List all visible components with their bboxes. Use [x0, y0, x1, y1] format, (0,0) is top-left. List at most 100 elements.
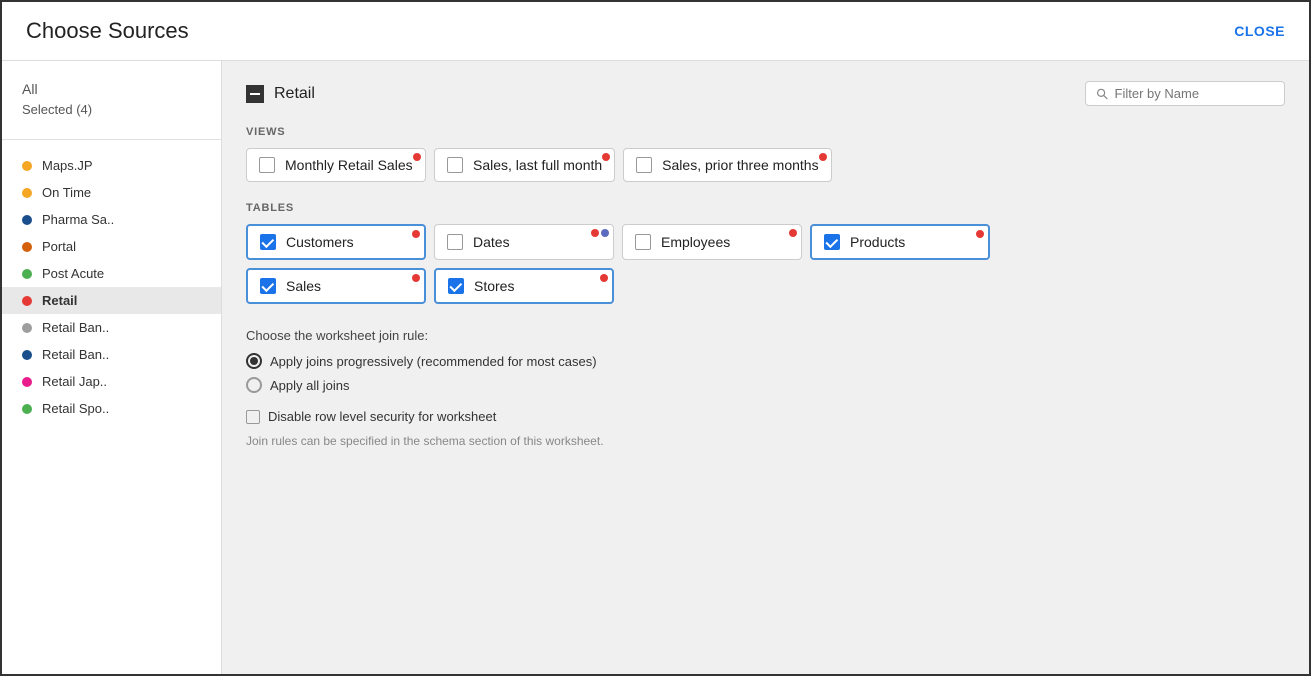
sidebar: All Selected (4) Maps.JP On Time Pharma Sa… [2, 61, 222, 674]
tables-row-2: Sales Stores [246, 268, 1285, 304]
radio-text: Apply joins progressively (recommended f… [270, 354, 597, 369]
table-card-5[interactable]: Stores [434, 268, 614, 304]
security-checkbox-label: Disable row level security for worksheet [268, 409, 496, 424]
sidebar-item-retail-ban--[interactable]: Retail Ban.. [2, 314, 221, 341]
table-checkbox[interactable] [260, 234, 276, 250]
radio-options: Apply joins progressively (recommended f… [246, 353, 1285, 393]
table-checkbox[interactable] [260, 278, 276, 294]
sidebar-item-retail-ban--[interactable]: Retail Ban.. [2, 341, 221, 368]
table-label: Stores [474, 278, 514, 294]
dot-icon [22, 215, 32, 225]
dots-indicator [819, 153, 827, 161]
views-label: VIEWS [246, 126, 1285, 138]
radio-circle [246, 377, 262, 393]
view-checkbox[interactable] [447, 157, 463, 173]
table-label: Sales [286, 278, 321, 294]
sidebar-divider [2, 139, 221, 140]
sidebar-item-retail[interactable]: Retail [2, 287, 221, 314]
dot-icon [22, 269, 32, 279]
radio-text: Apply all joins [270, 378, 350, 393]
table-card-0[interactable]: Customers [246, 224, 426, 260]
table-label: Products [850, 234, 905, 250]
dots-indicator [412, 274, 420, 282]
dot-icon [22, 242, 32, 252]
join-rules-section: Choose the worksheet join rule: Apply jo… [246, 328, 1285, 393]
search-icon [1096, 87, 1109, 101]
security-checkbox-row[interactable]: Disable row level security for worksheet [246, 409, 1285, 424]
source-header: Retail [246, 81, 1285, 106]
table-label: Employees [661, 234, 730, 250]
status-dot [412, 274, 420, 282]
table-checkbox[interactable] [824, 234, 840, 250]
table-card-3[interactable]: Products [810, 224, 990, 260]
view-card-0[interactable]: Monthly Retail Sales [246, 148, 426, 182]
sidebar-item-post-acute[interactable]: Post Acute [2, 260, 221, 287]
sidebar-item-label: Retail Ban.. [42, 320, 109, 335]
close-button[interactable]: CLOSE [1234, 23, 1285, 39]
sidebar-top: All Selected (4) [2, 77, 221, 131]
radio-option-0[interactable]: Apply joins progressively (recommended f… [246, 353, 1285, 369]
view-checkbox[interactable] [259, 157, 275, 173]
table-label: Customers [286, 234, 354, 250]
sidebar-all-link[interactable]: All [22, 81, 201, 97]
dot-icon [22, 188, 32, 198]
sidebar-item-portal[interactable]: Portal [2, 233, 221, 260]
sidebar-item-retail-spo--[interactable]: Retail Spo.. [2, 395, 221, 422]
table-checkbox[interactable] [635, 234, 651, 250]
main-content: Retail VIEWS Monthly Retail Sales Sal [222, 61, 1309, 674]
radio-circle [246, 353, 262, 369]
table-card-2[interactable]: Employees [622, 224, 802, 260]
status-dot [789, 229, 797, 237]
table-checkbox[interactable] [448, 278, 464, 294]
sidebar-item-label: Pharma Sa.. [42, 212, 114, 227]
source-title-row: Retail [246, 85, 315, 103]
status-dot [412, 230, 420, 238]
dots-indicator [591, 229, 609, 237]
filter-input[interactable] [1115, 86, 1274, 101]
source-name: Retail [274, 85, 315, 103]
tables-label: TABLES [246, 202, 1285, 214]
sidebar-items-list: Maps.JP On Time Pharma Sa.. Portal Post Acut… [2, 152, 221, 422]
sidebar-item-label: Retail Jap.. [42, 374, 107, 389]
table-card-4[interactable]: Sales [246, 268, 426, 304]
view-card-2[interactable]: Sales, prior three months [623, 148, 831, 182]
status-dot [601, 229, 609, 237]
sidebar-item-label: Retail Spo.. [42, 401, 109, 416]
filter-wrapper[interactable] [1085, 81, 1285, 106]
dot-icon [22, 404, 32, 414]
dots-indicator [413, 153, 421, 161]
modal-container: Choose Sources CLOSE All Selected (4) Ma… [0, 0, 1311, 676]
view-checkbox[interactable] [636, 157, 652, 173]
tables-row: Customers Dates Employees Products Sales… [246, 224, 1285, 304]
security-checkbox[interactable] [246, 410, 260, 424]
modal-body: All Selected (4) Maps.JP On Time Pharma Sa… [2, 61, 1309, 674]
modal-header: Choose Sources CLOSE [2, 2, 1309, 61]
deselect-all-icon[interactable] [246, 85, 264, 103]
sidebar-item-label: Retail Ban.. [42, 347, 109, 362]
radio-option-1[interactable]: Apply all joins [246, 377, 1285, 393]
sidebar-item-label: Maps.JP [42, 158, 93, 173]
status-dot [976, 230, 984, 238]
sidebar-item-maps-jp[interactable]: Maps.JP [2, 152, 221, 179]
sidebar-item-pharma-sa--[interactable]: Pharma Sa.. [2, 206, 221, 233]
status-dot [591, 229, 599, 237]
status-dot [819, 153, 827, 161]
sidebar-item-label: Portal [42, 239, 76, 254]
status-dot [413, 153, 421, 161]
dots-indicator [789, 229, 797, 237]
dot-icon [22, 161, 32, 171]
tables-row-1: Customers Dates Employees Products [246, 224, 1285, 260]
sidebar-item-retail-jap--[interactable]: Retail Jap.. [2, 368, 221, 395]
tables-section: TABLES Customers Dates Employees Product… [246, 202, 1285, 304]
sidebar-item-on-time[interactable]: On Time [2, 179, 221, 206]
dots-indicator [412, 230, 420, 238]
dot-icon [22, 296, 32, 306]
views-row: Monthly Retail Sales Sales, last full mo… [246, 148, 1285, 182]
table-card-1[interactable]: Dates [434, 224, 614, 260]
dots-indicator [600, 274, 608, 282]
status-dot [602, 153, 610, 161]
sidebar-item-label: Post Acute [42, 266, 104, 281]
sidebar-selected-info: Selected (4) [22, 102, 92, 117]
view-card-1[interactable]: Sales, last full month [434, 148, 615, 182]
table-checkbox[interactable] [447, 234, 463, 250]
